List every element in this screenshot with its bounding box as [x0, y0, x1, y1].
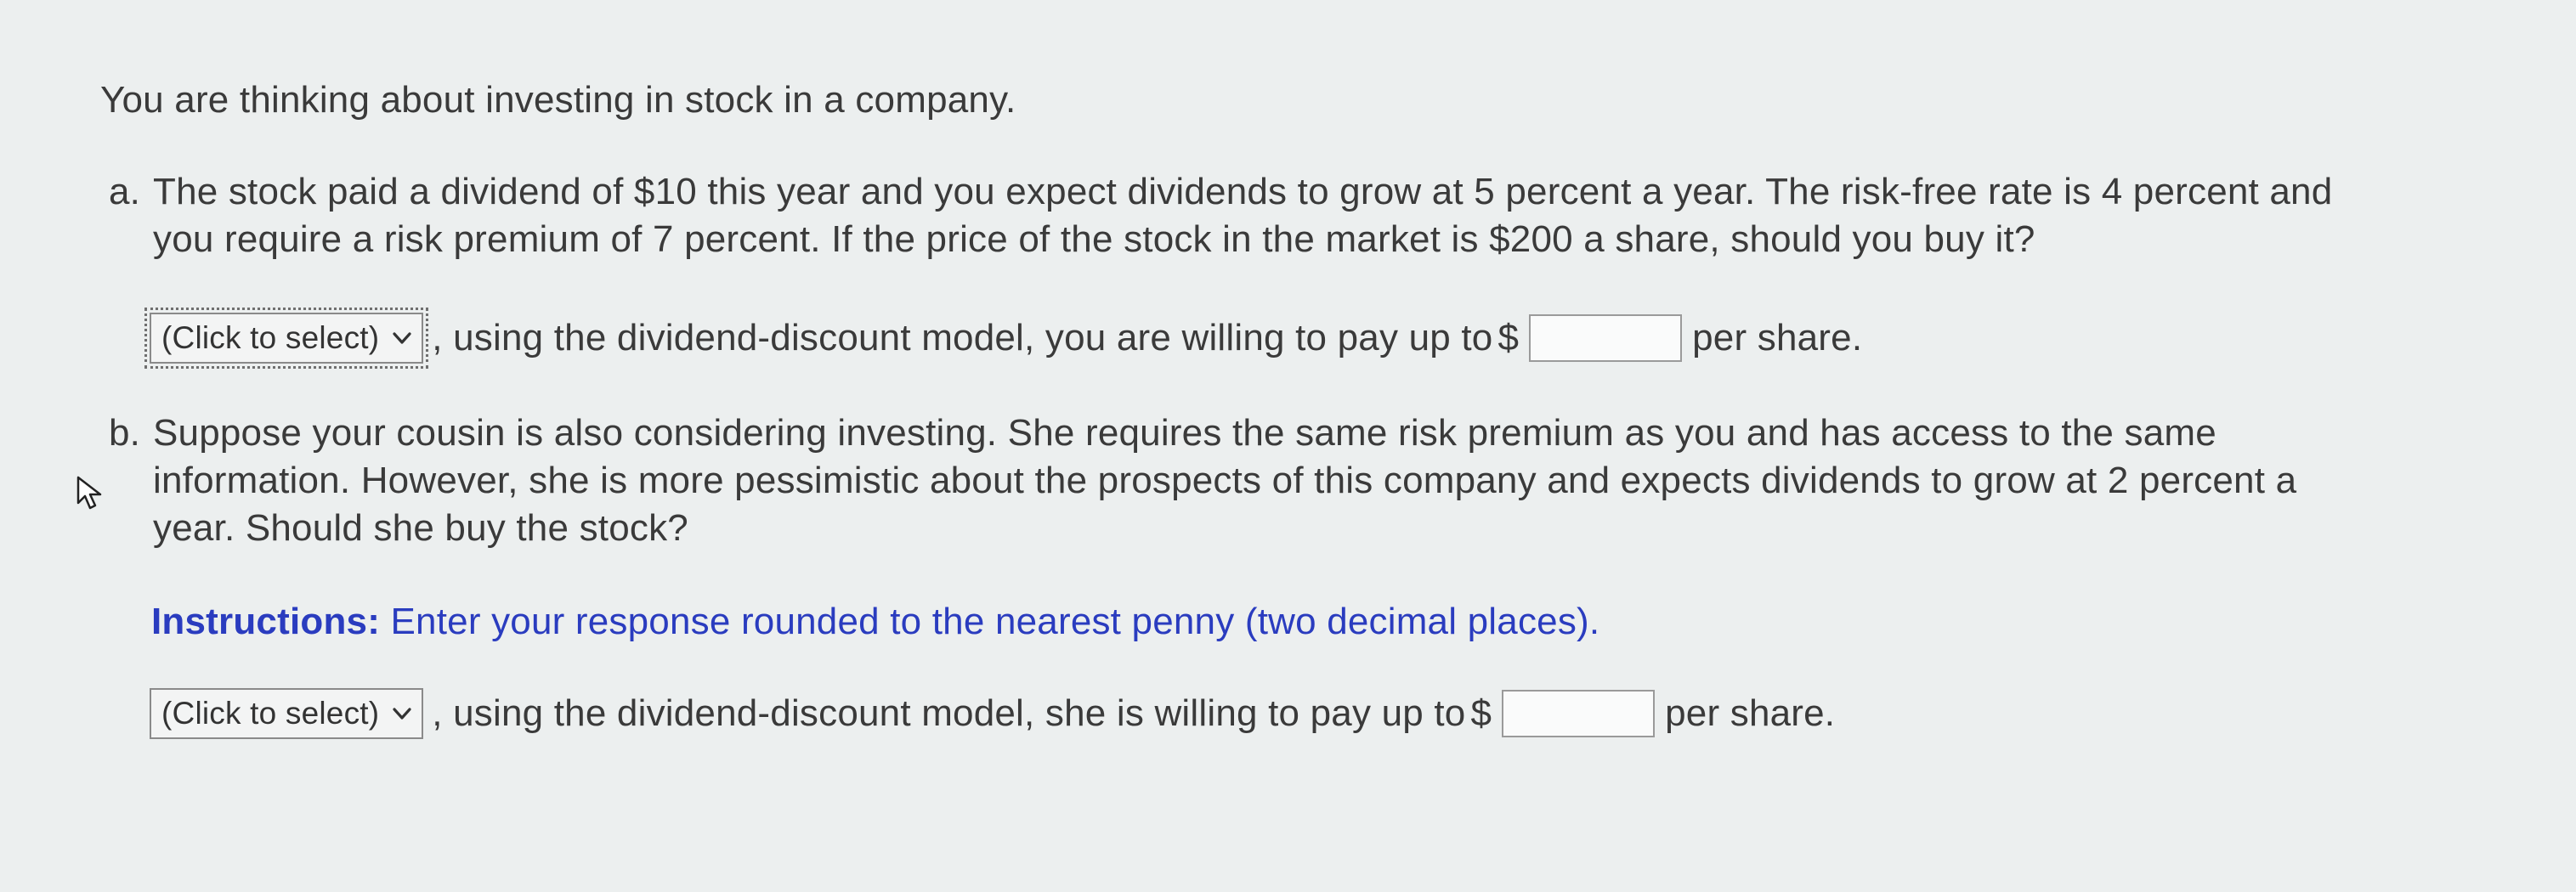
instructions-label: Instructions: [151, 601, 381, 642]
part-b-line: year. Should she buy the stock? [153, 507, 688, 549]
instructions-text: Enter your response rounded to the neare… [390, 601, 1600, 642]
part-b-currency: $ [1470, 692, 1492, 734]
part-b-line: information. However, she is more pessim… [153, 460, 2297, 501]
instructions: Instructions: Enter your response rounde… [151, 598, 1599, 646]
part-a-suffix: per share. [1692, 317, 1863, 358]
part-a-line: The stock paid a dividend of $10 this ye… [153, 171, 2333, 212]
part-b-answer-text: , using the dividend-discount model, she… [432, 692, 1466, 734]
mouse-pointer-icon [76, 476, 102, 510]
part-b-price-input[interactable] [1502, 690, 1656, 737]
part-b-suffix: per share. [1665, 692, 1836, 734]
part-b-letter: b. [109, 412, 141, 454]
part-a-prompt: The stock paid a dividend of $10 this ye… [153, 168, 2533, 263]
part-a-answer-text: , using the dividend-discount model, you… [432, 317, 1493, 358]
part-a-line: you require a risk premium of 7 percent.… [153, 218, 2035, 260]
part-b-select[interactable]: (Click to select) [150, 688, 424, 739]
part-a-currency: $ [1497, 317, 1520, 358]
part-b-answer-row: (Click to select) , using the dividend-d… [150, 686, 1835, 741]
part-a-select-label: (Click to select) [161, 320, 380, 355]
part-a-letter: a. [109, 171, 141, 212]
part-a-answer-row: (Click to select) , using the dividend-d… [144, 308, 1863, 369]
question-intro: You are thinking about investing in stoc… [100, 79, 1016, 121]
part-b-prompt: Suppose your cousin is also considering … [153, 409, 2533, 552]
screen: You are thinking about investing in stoc… [0, 0, 2576, 892]
chevron-down-icon [393, 708, 411, 720]
part-b-select-label: (Click to select) [161, 696, 380, 731]
part-a-select[interactable]: (Click to select) [144, 308, 429, 369]
part-a-price-input[interactable] [1529, 314, 1683, 362]
chevron-down-icon [393, 332, 411, 344]
part-b-line: Suppose your cousin is also considering … [153, 412, 2216, 454]
